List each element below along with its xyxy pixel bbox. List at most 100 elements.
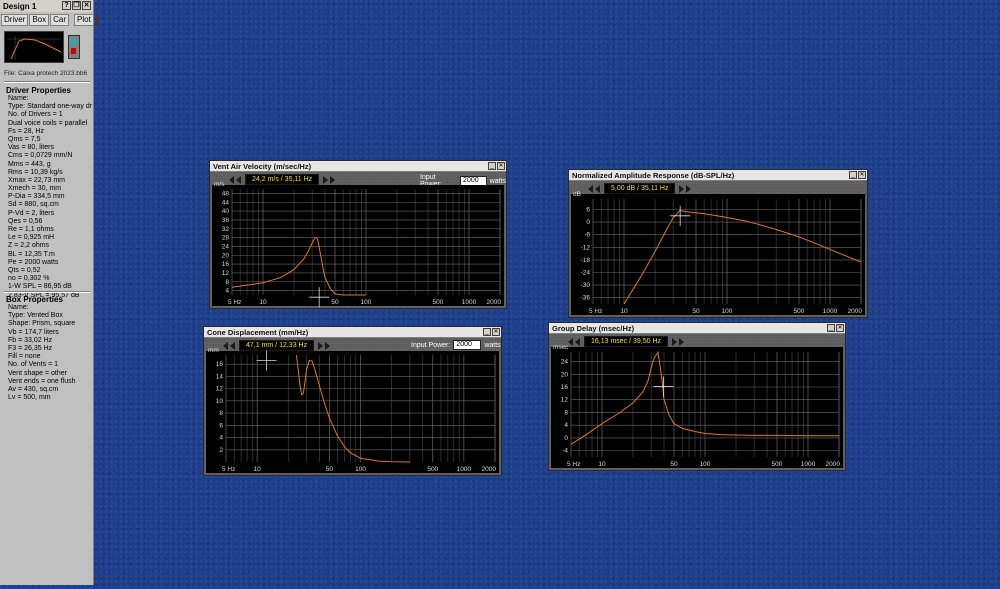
x-tick-label: 10 bbox=[620, 308, 628, 315]
left-arrow-icon[interactable] bbox=[595, 184, 600, 193]
tab-plot[interactable]: Plot bbox=[74, 14, 94, 26]
right-arrow-icon[interactable] bbox=[672, 337, 678, 346]
minimize-icon[interactable]: _ bbox=[849, 171, 857, 179]
response-curve bbox=[295, 354, 410, 463]
group-delay-window[interactable]: Group Delay (msec/Hz) _ ✕ 16,13 msec / 3… bbox=[548, 322, 846, 471]
step-right-icon[interactable] bbox=[686, 184, 692, 193]
cursor-readout: 5,00 dB / 35,11 Hz bbox=[604, 183, 676, 194]
box-property-line: Fb = 33,02 Hz bbox=[8, 336, 53, 344]
y-tick-label: -18 bbox=[581, 257, 591, 264]
x-tick-label: 2000 bbox=[487, 299, 502, 306]
x-tick-label: 1000 bbox=[462, 299, 477, 306]
help-icon[interactable]: ? bbox=[62, 1, 71, 10]
tab-driver[interactable]: Driver bbox=[1, 14, 29, 26]
driver-property-line: Fs = 28, Hz bbox=[8, 127, 44, 135]
design-thumbnail[interactable] bbox=[4, 31, 64, 63]
box-property-line: No. of Vents = 1 bbox=[8, 361, 59, 369]
y-tick-label: 14 bbox=[216, 373, 224, 380]
step-right-icon[interactable] bbox=[325, 341, 331, 350]
x-tick-label: 500 bbox=[794, 308, 805, 315]
cursor-readout: 16,13 msec / 39,50 Hz bbox=[584, 336, 669, 347]
amplitude-response-window[interactable]: Normalized Amplitude Response (dB-SPL/Hz… bbox=[568, 169, 868, 318]
driver-property-line: no = 0,302 % bbox=[8, 275, 50, 283]
window-title: Group Delay (msec/Hz) bbox=[549, 323, 845, 334]
plot-color-swatch[interactable] bbox=[95, 15, 98, 25]
window-title: Cone Displacement (mm/Hz) bbox=[204, 327, 501, 338]
y-tick-label: 6 bbox=[219, 422, 223, 429]
right-arrow-icon[interactable] bbox=[679, 184, 685, 193]
y-tick-label: 12 bbox=[561, 397, 569, 404]
driver-property-line: Le = 0,925 mH bbox=[8, 234, 55, 242]
close-icon[interactable]: ✕ bbox=[82, 1, 91, 10]
minimize-icon[interactable]: _ bbox=[483, 328, 491, 336]
driver-property-line: Rms = 10,39 kg/s bbox=[8, 168, 63, 176]
box-property-line: Av = 430, sq.cm bbox=[8, 385, 59, 393]
tab-box[interactable]: Box bbox=[29, 14, 50, 26]
step-left-icon[interactable] bbox=[229, 175, 234, 184]
box-property-line: F3 = 26,35 Hz bbox=[8, 344, 53, 352]
y-tick-label: 36 bbox=[222, 217, 230, 224]
y-tick-label: 48 bbox=[222, 190, 230, 197]
driver-property-line: Qms = 7,5 bbox=[8, 135, 41, 143]
x-tick-label: 5 Hz bbox=[567, 461, 580, 468]
y-tick-label: 6 bbox=[586, 207, 590, 214]
close-icon[interactable]: ✕ bbox=[492, 328, 500, 336]
restore-icon[interactable]: ❐ bbox=[72, 1, 81, 10]
tab-car[interactable]: Car bbox=[50, 14, 70, 26]
y-tick-label: 24 bbox=[222, 243, 230, 250]
box-property-line: Lv = 500, mm bbox=[8, 394, 51, 402]
cursor-nav: 16,13 msec / 39,50 Hz bbox=[567, 336, 685, 347]
step-left-icon[interactable] bbox=[568, 337, 573, 346]
amplitude-response-plot[interactable]: 6 0 -6 -12 -18 -24 -30 -36 dB 5 Hz 10 50 100 500 1000 2… bbox=[571, 191, 865, 315]
y-tick-label: 0 bbox=[586, 219, 590, 226]
vent-velocity-window[interactable]: Vent Air Velocity (m/sec/Hz) _ ✕ 24,2 m/… bbox=[209, 160, 507, 309]
cursor-nav: 24,2 m/s / 35,11 Hz bbox=[228, 174, 336, 185]
driver-property-line: BL = 12,35 T.m bbox=[8, 250, 55, 258]
x-tick-label: 500 bbox=[772, 461, 783, 468]
y-tick-label: 2 bbox=[219, 447, 223, 454]
close-icon[interactable]: ✕ bbox=[497, 162, 505, 170]
design-panel-titlebar[interactable]: Design 1 ? ❐ ✕ bbox=[0, 0, 93, 12]
y-tick-label: 12 bbox=[216, 386, 224, 393]
step-left-icon[interactable] bbox=[223, 341, 228, 350]
right-arrow-icon[interactable] bbox=[323, 175, 329, 184]
cursor-readout: 47,1 mm / 12,33 Hz bbox=[239, 340, 315, 351]
y-tick-label: 8 bbox=[564, 409, 568, 416]
right-arrow-icon[interactable] bbox=[318, 341, 324, 350]
input-power-unit: watts bbox=[484, 341, 501, 349]
left-arrow-icon[interactable] bbox=[230, 341, 235, 350]
y-tick-label: 20 bbox=[561, 371, 569, 378]
close-icon[interactable]: ✕ bbox=[836, 324, 844, 332]
x-tick-label: 1000 bbox=[823, 308, 838, 315]
minimize-icon[interactable]: _ bbox=[488, 162, 496, 170]
cone-displacement-plot[interactable]: 16 14 12 10 8 6 4 2 mm 5 Hz 10 50 100 500 1000 2000 bbox=[206, 347, 499, 473]
step-left-icon[interactable] bbox=[588, 184, 593, 193]
left-arrow-icon[interactable] bbox=[236, 175, 241, 184]
y-tick-label: 16 bbox=[216, 361, 224, 368]
x-tick-label: 1000 bbox=[801, 461, 816, 468]
group-delay-plot[interactable]: 24 20 16 12 8 4 0 -4 msec 5 Hz 10 50 100 500 1000 2000 bbox=[551, 344, 843, 468]
box-properties-header: Box Properties bbox=[6, 295, 63, 304]
design-tabs: Driver Box Car Plot bbox=[0, 14, 98, 26]
x-tick-label: 500 bbox=[427, 466, 438, 473]
close-icon[interactable]: ✕ bbox=[858, 171, 866, 179]
driver-property-line: Qts = 0,52 bbox=[8, 266, 41, 274]
left-arrow-icon[interactable] bbox=[575, 337, 580, 346]
divider bbox=[4, 291, 90, 293]
driver-property-line: No. of Drivers = 1 bbox=[8, 111, 63, 119]
x-tick-label: 100 bbox=[361, 299, 372, 306]
vent-velocity-plot[interactable]: 48 44 40 36 32 28 24 20 16 12 8 4 m/s 5 Hz 10 50 100 500 1… bbox=[212, 181, 504, 308]
y-tick-label: 16 bbox=[561, 384, 569, 391]
minimize-icon[interactable]: _ bbox=[827, 324, 835, 332]
driver-property-line: Sd = 880, sq.cm bbox=[8, 201, 59, 209]
x-tick-label: 10 bbox=[598, 461, 606, 468]
y-tick-label: -6 bbox=[584, 232, 590, 239]
cone-displacement-window[interactable]: Cone Displacement (mm/Hz) _ ✕ 47,1 mm / … bbox=[203, 326, 502, 476]
step-right-icon[interactable] bbox=[679, 337, 685, 346]
input-power-field[interactable]: 2000 bbox=[453, 340, 482, 350]
driver-property-line: Pe = 2000 watts bbox=[8, 258, 59, 266]
step-right-icon[interactable] bbox=[330, 175, 336, 184]
y-tick-label: 16 bbox=[222, 261, 230, 268]
amplitude-response-chart: 6 0 -6 -12 -18 -24 -30 -36 dB 5 Hz 10 50 100 500 1000 2… bbox=[573, 191, 862, 315]
y-tick-label: -30 bbox=[581, 282, 591, 289]
